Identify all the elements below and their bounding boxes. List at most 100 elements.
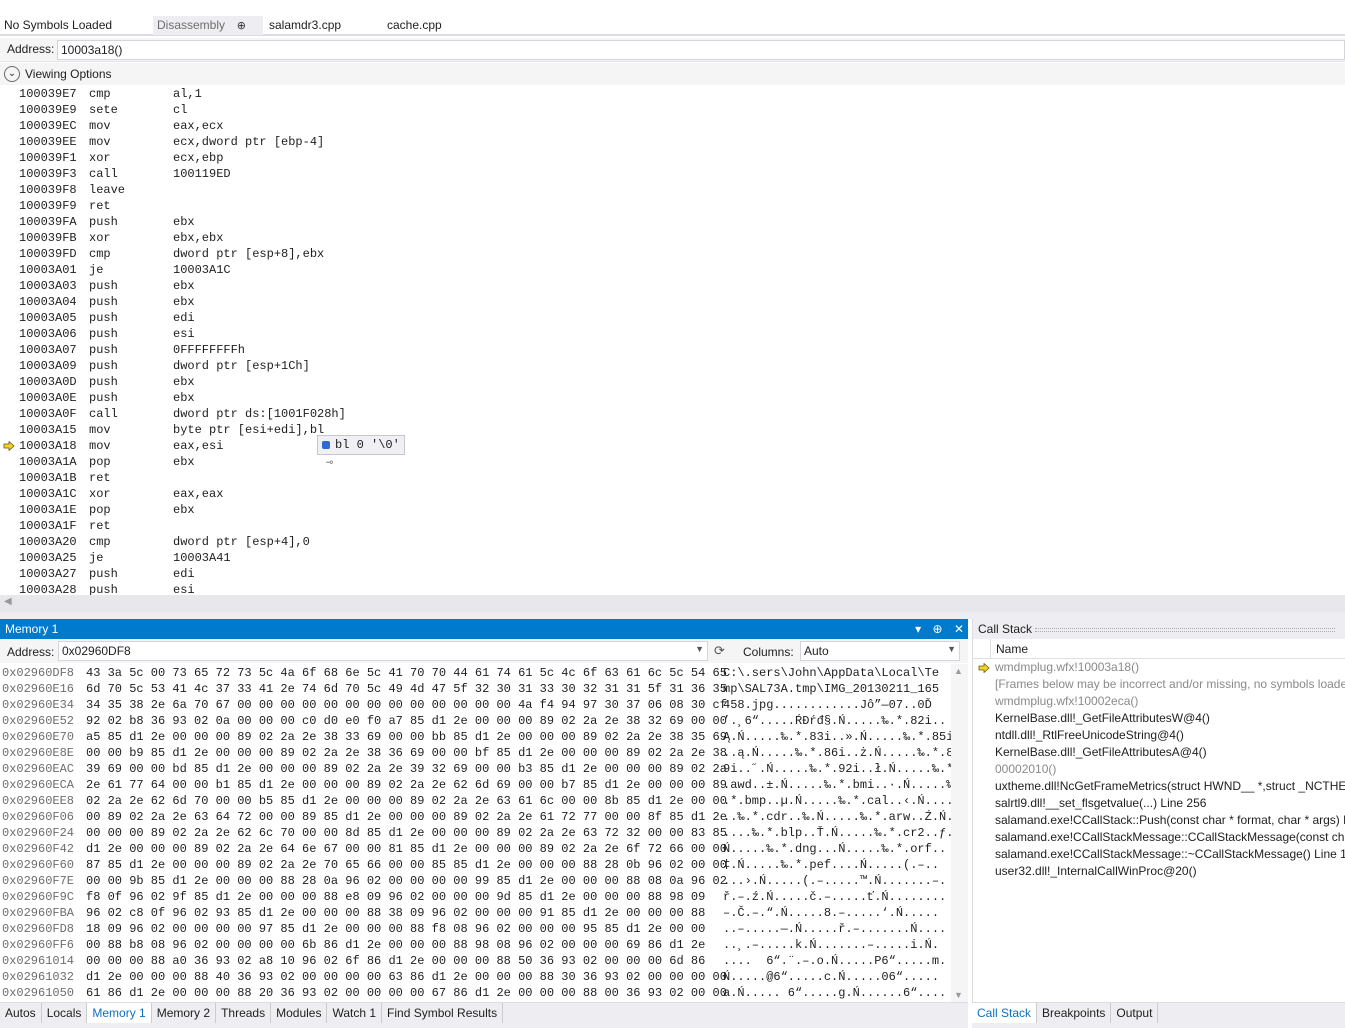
call-stack-frame[interactable]: KernelBase.dll!_GetFileAttributesW@4(): [973, 710, 1345, 727]
tab-find-symbol-results[interactable]: Find Symbol Results: [382, 1003, 504, 1023]
tab-modules[interactable]: Modules: [271, 1003, 328, 1023]
vertical-scrollbar[interactable]: ▲ ▼: [951, 664, 968, 1002]
tab-no-symbols[interactable]: No Symbols Loaded: [0, 16, 112, 35]
disasm-row[interactable]: 10003A1A pop ebx: [0, 454, 1345, 470]
datatip-var: bl: [335, 438, 350, 452]
tab-watch-1[interactable]: Watch 1: [327, 1003, 383, 1023]
disasm-opcode: cmp: [89, 535, 111, 549]
disasm-row[interactable]: 100039FD cmp dword ptr [esp+8],ebx: [0, 246, 1345, 262]
tab-memory-2[interactable]: Memory 2: [152, 1003, 217, 1023]
close-icon[interactable]: ✕: [954, 622, 964, 636]
pin-icon[interactable]: ⊸: [326, 456, 333, 470]
call-stack-frame[interactable]: wmdmplug.wfx!10003a18(): [973, 659, 1345, 676]
call-stack-frame[interactable]: salamand.exe!CCallStack::Push(const char…: [973, 812, 1345, 829]
call-stack-window: Call Stack Name wmdmplug.wfx!10003a18() […: [972, 619, 1345, 1002]
call-stack-frame[interactable]: salamand.exe!CCallStackMessage::~CCallSt…: [973, 846, 1345, 863]
disasm-row[interactable]: 100039E9 sete cl: [0, 102, 1345, 118]
tab-cache-cpp[interactable]: cache.cpp: [383, 16, 442, 35]
disasm-row[interactable]: 10003A15 mov byte ptr [esi+edi],bl: [0, 422, 1345, 438]
datatip-value[interactable]: 0 '\0': [357, 438, 400, 452]
disasm-operands: 10003A1C: [173, 263, 231, 277]
disasm-row[interactable]: 10003A01 je 10003A1C: [0, 262, 1345, 278]
disasm-row[interactable]: 10003A0F call dword ptr ds:[1001F028h]: [0, 406, 1345, 422]
columns-select[interactable]: Auto ▼: [800, 641, 960, 661]
tab-memory-1[interactable]: Memory 1: [87, 1003, 152, 1023]
disasm-row[interactable]: 10003A05 push edi: [0, 310, 1345, 326]
disasm-row[interactable]: 10003A28 push esi: [0, 582, 1345, 595]
disasm-row[interactable]: 10003A27 push edi: [0, 566, 1345, 582]
tab-disassembly[interactable]: Disassembly ⊕✕: [153, 16, 263, 52]
disasm-row[interactable]: 100039F1 xor ecx,ebp: [0, 150, 1345, 166]
call-stack-frame[interactable]: salamand.exe!CCallStackMessage::CCallSta…: [973, 829, 1345, 846]
tab-call-stack[interactable]: Call Stack: [972, 1003, 1038, 1023]
chevron-down-icon[interactable]: ▼: [695, 644, 704, 654]
disasm-row[interactable]: 100039F9 ret: [0, 198, 1345, 214]
horizontal-scrollbar[interactable]: ◀: [0, 595, 1345, 612]
call-stack-frame[interactable]: uxtheme.dll!NcGetFrameMetrics(struct HWN…: [973, 778, 1345, 795]
tab-locals[interactable]: Locals: [42, 1003, 88, 1023]
call-stack-frame[interactable]: 00002010(): [973, 761, 1345, 778]
memory-row-bytes: 2e 61 77 64 00 00 b1 85 d1 2e 00 00 00 8…: [86, 778, 727, 792]
disasm-row[interactable]: 10003A0E push ebx: [0, 390, 1345, 406]
disasm-row[interactable]: 10003A09 push dword ptr [esp+1Ch]: [0, 358, 1345, 374]
disasm-row[interactable]: 100039E7 cmp al,1: [0, 86, 1345, 102]
memory-title-bar: Memory 1 ▾ ⊕ ✕: [0, 619, 968, 639]
call-stack-frame[interactable]: KernelBase.dll!_GetFileAttributesA@4(): [973, 744, 1345, 761]
tab-salamdr3-cpp[interactable]: salamdr3.cpp: [265, 16, 341, 35]
call-stack-frame[interactable]: wmdmplug.wfx!10002eca(): [973, 693, 1345, 710]
disasm-row[interactable]: 10003A1E pop ebx: [0, 502, 1345, 518]
call-stack-frame[interactable]: [Frames below may be incorrect and/or mi…: [973, 676, 1345, 693]
tab-autos[interactable]: Autos: [0, 1003, 42, 1023]
memory-row-address: 0x02960E34: [2, 698, 75, 712]
pane-splitter[interactable]: [0, 612, 1345, 619]
tab-breakpoints[interactable]: Breakpoints: [1037, 1003, 1112, 1023]
disasm-row[interactable]: 10003A0D push ebx: [0, 374, 1345, 390]
disasm-row[interactable]: 10003A25 je 10003A41: [0, 550, 1345, 566]
disasm-row[interactable]: 10003A06 push esi: [0, 326, 1345, 342]
call-stack-frame[interactable]: ntdll.dll!_RtlFreeUnicodeString@4(): [973, 727, 1345, 744]
disasm-operands: ecx,dword ptr [ebp-4]: [173, 135, 325, 149]
scroll-up-icon[interactable]: ▲: [954, 666, 963, 676]
disasm-row[interactable]: 100039EE mov ecx,dword ptr [ebp-4]: [0, 134, 1345, 150]
disasm-row[interactable]: 100039F8 leave: [0, 182, 1345, 198]
chevron-down-icon[interactable]: ▼: [947, 644, 956, 654]
memory-row-address: 0x02960EE8: [2, 794, 75, 808]
memory-address-input[interactable]: 0x02960DF8 ▼: [58, 641, 708, 661]
call-stack-frame[interactable]: salrtl9.dll!__set_flsgetvalue(...) Line …: [973, 795, 1345, 812]
refresh-icon[interactable]: ⟳: [714, 643, 725, 659]
disasm-row[interactable]: 100039F3 call 100119ED: [0, 166, 1345, 182]
pin-icon[interactable]: ⊕: [933, 622, 943, 636]
disasm-row[interactable]: 100039FA push ebx: [0, 214, 1345, 230]
disasm-row[interactable]: 10003A20 cmp dword ptr [esp+4],0: [0, 534, 1345, 550]
memory-row-bytes: 18 09 96 02 00 00 00 00 97 85 d1 2e 00 0…: [86, 922, 706, 936]
disasm-row[interactable]: 10003A1F ret: [0, 518, 1345, 534]
datatip[interactable]: bl 0 '\0' ⊸: [317, 435, 405, 470]
address-input[interactable]: 10003a18(): [57, 40, 1345, 60]
disassembly-view[interactable]: 100039E7 cmp al,1 100039E9 sete cl 100039EC mov…: [0, 85, 1345, 595]
disasm-row[interactable]: 10003A07 push 0FFFFFFFFh: [0, 342, 1345, 358]
dropdown-icon[interactable]: ▾: [915, 622, 921, 636]
memory-row-address: 0x02961032: [2, 970, 75, 984]
disasm-row[interactable]: 10003A18 mov eax,esi: [0, 438, 1345, 454]
disasm-row[interactable]: 10003A1B ret: [0, 470, 1345, 486]
tab-threads[interactable]: Threads: [216, 1003, 272, 1023]
disasm-row[interactable]: 10003A1C xor eax,eax: [0, 486, 1345, 502]
frame-name: uxtheme.dll!NcGetFrameMetrics(struct HWN…: [995, 779, 1345, 793]
scroll-left-icon[interactable]: ◀: [4, 596, 12, 607]
pin-icon[interactable]: ⊕: [234, 17, 248, 36]
disasm-row[interactable]: 10003A03 push ebx: [0, 278, 1345, 294]
disasm-row[interactable]: 10003A04 push ebx: [0, 294, 1345, 310]
chevron-down-icon[interactable]: ⌄: [4, 66, 20, 82]
tab-output[interactable]: Output: [1111, 1003, 1159, 1023]
disasm-row[interactable]: 100039EC mov eax,ecx: [0, 118, 1345, 134]
disasm-address: 10003A0E: [19, 391, 77, 405]
disasm-row[interactable]: 100039FB xor ebx,ebx: [0, 230, 1345, 246]
frame-name: salamand.exe!CCallStack::Push(const char…: [995, 813, 1345, 827]
title-grip[interactable]: [1035, 628, 1335, 632]
disasm-address: 10003A15: [19, 423, 77, 437]
disasm-opcode: mov: [89, 135, 111, 149]
viewing-options-bar[interactable]: ⌄ Viewing Options: [0, 63, 1345, 85]
scroll-down-icon[interactable]: ▼: [954, 990, 963, 1000]
call-stack-frame[interactable]: user32.dll!_InternalCallWinProc@20(): [973, 863, 1345, 880]
name-column-header[interactable]: Name: [996, 642, 1028, 656]
